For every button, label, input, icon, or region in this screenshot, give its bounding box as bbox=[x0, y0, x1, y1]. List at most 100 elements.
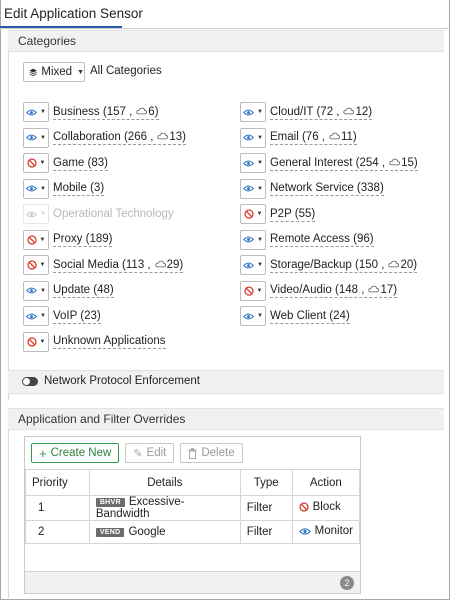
type-cell: Filter bbox=[239, 520, 293, 544]
category-label[interactable]: Operational Technology bbox=[53, 207, 174, 221]
category-label[interactable]: Storage/Backup (150 , 20) bbox=[270, 258, 418, 273]
category-label[interactable]: VoIP (23) bbox=[53, 309, 101, 324]
category-count: (23) bbox=[80, 309, 101, 322]
category-label[interactable]: Remote Access (96) bbox=[270, 232, 374, 247]
category-action-dropdown[interactable]: ▼ bbox=[240, 204, 266, 224]
column-header-details[interactable]: Details bbox=[88, 469, 241, 496]
category-storage-backup: ▼ Storage/Backup (150 , 20) bbox=[240, 255, 418, 275]
category-count: (157 bbox=[102, 105, 126, 118]
mixed-action-dropdown[interactable]: Mixed ▼ bbox=[23, 62, 85, 82]
category-action-dropdown[interactable]: ▼ bbox=[23, 204, 49, 224]
category-count: (266 bbox=[123, 131, 147, 143]
category-name: Mobile bbox=[53, 182, 87, 194]
cloud-icon bbox=[368, 285, 380, 293]
table-header-row: Priority Details Type Action bbox=[25, 469, 361, 496]
type-cell: Filter bbox=[239, 495, 293, 521]
edit-button[interactable]: ✎ Edit bbox=[125, 443, 175, 463]
eye-icon bbox=[243, 236, 254, 243]
category-action-dropdown[interactable]: ▼ bbox=[23, 306, 49, 326]
category-action-dropdown[interactable]: ▼ bbox=[23, 331, 49, 352]
overrides-table: Priority Details Type Action 1 BHVR Excess… bbox=[25, 469, 361, 544]
chevron-down-icon: ▼ bbox=[39, 160, 46, 166]
category-label[interactable]: Mobile (3) bbox=[53, 181, 105, 196]
chevron-down-icon: ▼ bbox=[40, 211, 46, 217]
category-label[interactable]: Game (83) bbox=[53, 156, 108, 171]
category-action-dropdown[interactable]: ▼ bbox=[23, 280, 49, 301]
category-action-dropdown[interactable]: ▼ bbox=[240, 153, 266, 173]
category-cloud-count: 17) bbox=[380, 284, 398, 296]
delete-button[interactable]: Delete bbox=[180, 443, 243, 463]
category-email: ▼ Email (76 , 11) bbox=[240, 127, 357, 148]
eye-icon bbox=[243, 109, 254, 115]
category-name: General Interest bbox=[270, 156, 353, 169]
create-new-button[interactable]: + Create New bbox=[31, 443, 120, 463]
category-name: Network Service bbox=[270, 182, 354, 194]
pencil-icon: ✎ bbox=[133, 447, 143, 460]
category-name: Business bbox=[53, 105, 100, 118]
category-label[interactable]: P2P (55) bbox=[270, 207, 316, 222]
category-action-dropdown[interactable]: ▼ bbox=[23, 153, 49, 173]
category-label[interactable]: Web Client (24) bbox=[270, 309, 350, 324]
category-count: (24) bbox=[329, 309, 350, 322]
trash-icon bbox=[188, 447, 197, 459]
cloud-icon bbox=[157, 132, 169, 140]
details-cell: BHVR Excessive-Bandwidth bbox=[88, 495, 241, 521]
chevron-down-icon: ▼ bbox=[257, 185, 263, 192]
category-name: Proxy bbox=[53, 233, 83, 245]
overrides-rail bbox=[8, 408, 9, 598]
category-label[interactable]: Collaboration (266 , 13) bbox=[53, 130, 187, 145]
category-name: Web Client bbox=[270, 309, 327, 322]
table-footer: 2 bbox=[25, 571, 360, 593]
category-action-dropdown[interactable]: ▼ bbox=[23, 255, 49, 275]
protocol-enforcement-toggle[interactable] bbox=[22, 376, 38, 386]
table-row[interactable]: 2 VEND Google Filter Monitor bbox=[25, 520, 361, 544]
eye-icon bbox=[26, 313, 37, 319]
chevron-down-icon: ▼ bbox=[40, 287, 46, 294]
category-count: (83) bbox=[87, 156, 108, 169]
category-action-dropdown[interactable]: ▼ bbox=[240, 102, 266, 122]
block-icon bbox=[26, 158, 37, 168]
category-label[interactable]: Business (157 , 6) bbox=[53, 105, 159, 120]
category-network-service: ▼ Network Service (338) bbox=[240, 178, 384, 199]
eye-icon bbox=[243, 262, 254, 268]
category-label[interactable]: Proxy (189) bbox=[53, 232, 113, 247]
category-name: Unknown Applications bbox=[53, 335, 166, 347]
category-label[interactable]: Video/Audio (148 , 17) bbox=[270, 283, 398, 298]
category-label[interactable]: Unknown Applications bbox=[53, 334, 166, 349]
overrides-header: Application and Filter Overrides bbox=[8, 408, 444, 430]
edit-label: Edit bbox=[146, 447, 167, 459]
category-action-dropdown[interactable]: ▼ bbox=[240, 178, 266, 199]
category-count: (148 bbox=[335, 284, 359, 296]
category-action-dropdown[interactable]: ▼ bbox=[23, 229, 49, 250]
category-label[interactable]: Social Media (113 , 29) bbox=[53, 258, 184, 273]
category-name: Remote Access bbox=[270, 233, 350, 245]
category-label[interactable]: General Interest (254 , 15) bbox=[270, 156, 418, 171]
category-action-dropdown[interactable]: ▼ bbox=[240, 229, 266, 250]
category-action-dropdown[interactable]: ▼ bbox=[23, 102, 49, 122]
category-action-dropdown[interactable]: ▼ bbox=[240, 255, 266, 275]
column-header-priority[interactable]: Priority bbox=[25, 469, 90, 496]
category-action-dropdown[interactable]: ▼ bbox=[240, 127, 266, 148]
category-label[interactable]: Network Service (338) bbox=[270, 181, 384, 196]
category-name: VoIP bbox=[53, 309, 78, 322]
category-cloud-count: 20) bbox=[400, 258, 418, 271]
category-action-dropdown[interactable]: ▼ bbox=[23, 178, 49, 199]
eye-icon bbox=[26, 287, 37, 294]
column-header-action[interactable]: Action bbox=[291, 469, 361, 496]
category-label[interactable]: Email (76 , 11) bbox=[270, 130, 357, 145]
page-title: Edit Application Sensor bbox=[4, 6, 143, 21]
category-social-media: ▼ Social Media (113 , 29) bbox=[23, 255, 184, 275]
row-count-badge: 2 bbox=[340, 576, 354, 590]
action-text: Block bbox=[312, 501, 341, 513]
category-name: Email bbox=[270, 131, 299, 143]
category-name: Video/Audio bbox=[270, 284, 332, 296]
category-label[interactable]: Update (48) bbox=[53, 283, 114, 298]
category-action-dropdown[interactable]: ▼ bbox=[240, 306, 266, 326]
eye-icon bbox=[243, 185, 254, 192]
column-header-type[interactable]: Type bbox=[239, 469, 293, 496]
category-label[interactable]: Cloud/IT (72 , 12) bbox=[270, 105, 373, 120]
category-action-dropdown[interactable]: ▼ bbox=[23, 127, 49, 148]
category-action-dropdown[interactable]: ▼ bbox=[240, 280, 266, 301]
table-row[interactable]: 1 BHVR Excessive-Bandwidth Filter Block bbox=[25, 495, 361, 521]
category-count: (189) bbox=[85, 233, 113, 245]
